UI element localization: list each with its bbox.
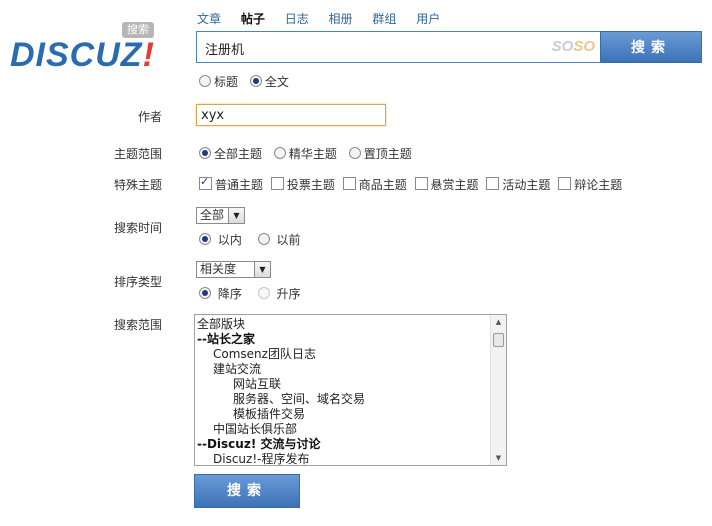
forum-item-web-links[interactable]: 网站互联 <box>197 377 487 392</box>
special-topic-label: 特殊主题 <box>113 178 162 192</box>
sort-type-select-value: 相关度 <box>200 262 237 276</box>
logo-search-badge: 搜索 <box>122 22 154 38</box>
forum-range-label: 搜索范围 <box>113 318 162 332</box>
logo-text: DISCUZ <box>10 36 143 74</box>
checkbox-debate[interactable] <box>558 177 572 190</box>
topic-digest-label: 精华主题 <box>288 147 337 161</box>
scroll-up-icon[interactable]: ▲ <box>491 315 506 329</box>
search-button[interactable]: 搜索 <box>600 31 702 63</box>
chevron-down-icon: ▼ <box>228 208 244 223</box>
special-trade-option[interactable]: 商品主题 <box>342 176 407 193</box>
forum-group-discuz[interactable]: --Discuz! 交流与讨论 <box>197 437 487 452</box>
search-time-radio-group: 以内 以前 <box>199 231 309 248</box>
forum-range-listbox[interactable]: 全部版块 --站长之家 Comsenz团队日志 建站交流 网站互联 服务器、空间… <box>194 314 507 466</box>
special-activity-label: 活动主题 <box>502 178 551 192</box>
radio-topic-all[interactable] <box>199 147 211 159</box>
forum-item-server-trade[interactable]: 服务器、空间、域名交易 <box>197 392 487 407</box>
special-normal-label: 普通主题 <box>215 178 264 192</box>
special-reward-label: 悬赏主题 <box>430 178 479 192</box>
scroll-thumb[interactable] <box>493 333 504 347</box>
soso-logo-a: SO <box>551 38 574 55</box>
sort-asc-label: 升序 <box>276 287 301 301</box>
logo-bang: ! <box>142 36 155 74</box>
special-activity-option[interactable]: 活动主题 <box>486 176 550 193</box>
radio-sort-asc[interactable] <box>257 287 270 299</box>
special-debate-option[interactable]: 辩论主题 <box>558 176 622 193</box>
forum-list-scrollbar[interactable]: ▲ ▼ <box>490 315 506 465</box>
radio-time-within[interactable] <box>199 233 211 245</box>
time-within-option[interactable]: 以内 <box>199 231 242 248</box>
search-box: SOSO <box>196 31 602 63</box>
scope-fulltext-label: 全文 <box>264 75 289 89</box>
sort-order-radio-group: 降序 升序 <box>199 285 309 302</box>
tab-blog[interactable]: 日志 <box>285 10 309 27</box>
submit-search-button[interactable]: 搜索 <box>194 474 300 508</box>
special-normal-option[interactable]: 普通主题 <box>199 175 264 193</box>
forum-item-all[interactable]: 全部版块 <box>197 317 487 332</box>
author-label: 作者 <box>137 110 162 124</box>
forum-item-discuz-release[interactable]: Discuz!-程序发布 <box>197 452 487 465</box>
search-time-select-value: 全部 <box>200 208 225 222</box>
radio-topic-digest[interactable] <box>273 147 286 159</box>
soso-logo: SOSO <box>552 38 595 55</box>
time-before-option[interactable]: 以前 <box>257 231 301 248</box>
scope-title-option[interactable]: 标题 <box>199 73 238 90</box>
forum-item-webmaster-club[interactable]: 中国站长俱乐部 <box>197 422 487 437</box>
checkbox-activity[interactable] <box>486 177 500 190</box>
special-reward-option[interactable]: 悬赏主题 <box>414 176 479 193</box>
topic-all-label: 全部主题 <box>214 147 263 161</box>
scope-radio-group: 标题 全文 <box>199 73 297 90</box>
checkbox-reward[interactable] <box>414 177 428 190</box>
radio-title[interactable] <box>199 75 211 87</box>
topic-sticky-label: 置顶主题 <box>363 147 412 161</box>
special-trade-label: 商品主题 <box>358 178 407 192</box>
special-debate-label: 辩论主题 <box>574 178 623 192</box>
forum-list-items: 全部版块 --站长之家 Comsenz团队日志 建站交流 网站互联 服务器、空间… <box>197 317 487 465</box>
radio-topic-sticky[interactable] <box>348 147 361 159</box>
discuz-logo[interactable]: DISCUZ! <box>10 36 155 75</box>
chevron-down-icon: ▼ <box>254 262 270 277</box>
radio-fulltext[interactable] <box>249 75 262 87</box>
special-poll-label: 投票主题 <box>286 178 335 192</box>
radio-sort-desc[interactable] <box>199 287 211 299</box>
search-input[interactable] <box>203 37 537 59</box>
search-time-label: 搜索时间 <box>113 221 162 235</box>
sort-asc-option[interactable]: 升序 <box>257 285 301 302</box>
time-within-label: 以内 <box>217 233 242 247</box>
checkbox-normal[interactable] <box>199 175 212 190</box>
author-input[interactable] <box>196 104 386 126</box>
topic-range-group: 全部主题 精华主题 置顶主题 <box>199 145 420 162</box>
soso-logo-b: SO <box>573 38 595 55</box>
special-poll-option[interactable]: 投票主题 <box>270 176 335 193</box>
special-topic-group: 普通主题 投票主题 商品主题 悬赏主题 活动主题 辩论主题 <box>199 175 709 193</box>
sort-type-select[interactable]: 相关度 ▼ <box>196 261 271 278</box>
search-type-tabs: 文章 帖子 日志 相册 群组 用户 <box>197 10 456 28</box>
time-before-label: 以前 <box>276 233 301 247</box>
forum-group-webmaster[interactable]: --站长之家 <box>197 332 487 347</box>
forum-item-site-building[interactable]: 建站交流 <box>197 362 487 377</box>
topic-all-option[interactable]: 全部主题 <box>199 145 262 162</box>
topic-sticky-option[interactable]: 置顶主题 <box>348 145 412 162</box>
tab-user[interactable]: 用户 <box>416 10 440 27</box>
checkbox-trade[interactable] <box>342 177 356 190</box>
sort-type-label: 排序类型 <box>113 275 162 289</box>
sort-desc-option[interactable]: 降序 <box>199 285 242 302</box>
checkbox-poll[interactable] <box>270 177 284 190</box>
scroll-down-icon[interactable]: ▼ <box>491 451 506 465</box>
tab-posts[interactable]: 帖子 <box>241 10 265 27</box>
tab-album[interactable]: 相册 <box>329 10 353 27</box>
topic-digest-option[interactable]: 精华主题 <box>273 145 337 162</box>
scope-title-label: 标题 <box>214 75 239 89</box>
topic-range-label: 主题范围 <box>113 147 162 161</box>
radio-time-before[interactable] <box>257 233 270 245</box>
search-time-select[interactable]: 全部 ▼ <box>196 207 245 224</box>
forum-item-template-trade[interactable]: 模板插件交易 <box>197 407 487 422</box>
sort-desc-label: 降序 <box>217 287 242 301</box>
forum-item-comsenz-log[interactable]: Comsenz团队日志 <box>197 347 487 362</box>
tab-group[interactable]: 群组 <box>372 10 396 27</box>
tab-article[interactable]: 文章 <box>197 10 221 27</box>
scope-fulltext-option[interactable]: 全文 <box>249 73 289 90</box>
